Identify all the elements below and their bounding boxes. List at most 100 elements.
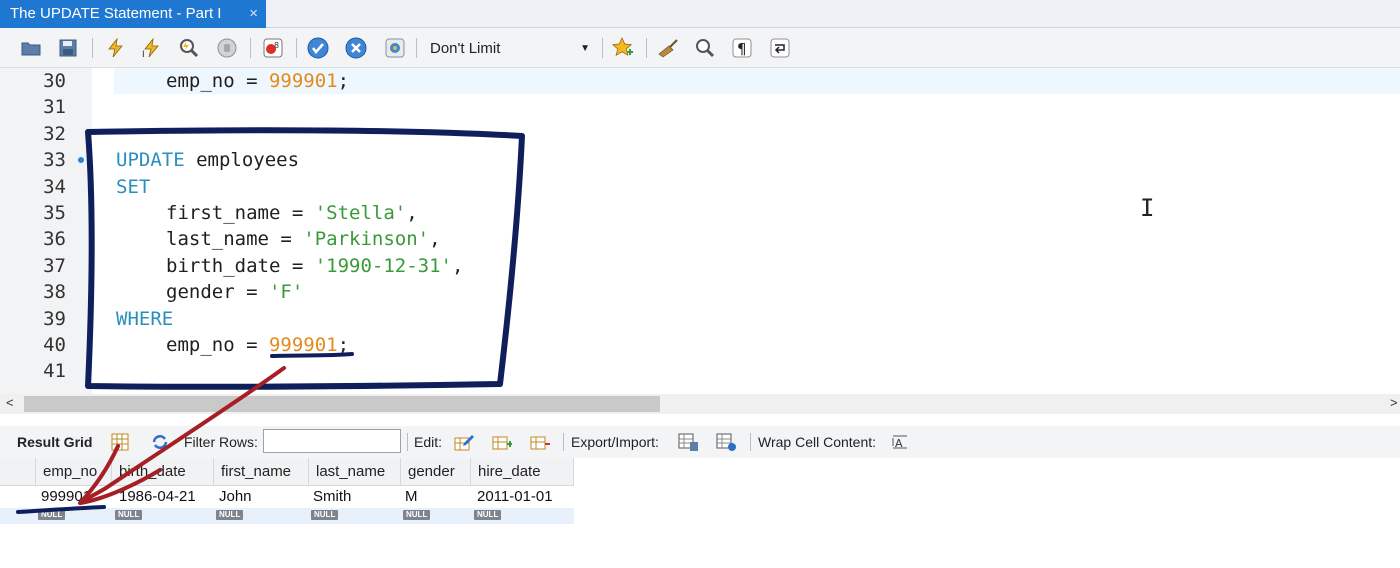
result-toolbar: Result Grid Filter Rows: Edit: Export/Im… [0,426,1400,458]
code-text: SET [116,175,151,198]
cell-emp-no[interactable]: 999901 [34,486,91,508]
add-snippet-star-icon[interactable] [612,37,634,59]
wrap-cell-toggle-icon[interactable]: A [890,432,910,452]
column-header[interactable]: birth_date [112,458,214,486]
null-badge: NULL [403,510,431,520]
insert-row-icon[interactable] [492,432,512,452]
code-line: 36 last_name = 'Parkinson', [0,226,1400,252]
svg-text:A: A [895,437,903,450]
import-icon[interactable] [716,432,736,452]
code-text: gender = 'F' [166,281,304,304]
column-header[interactable]: hire_date [471,458,574,486]
code-text: WHERE [116,307,174,330]
chevron-right-icon[interactable]: > [1390,395,1398,410]
line-number: 35 [43,202,66,224]
invisible-chars-pilcrow-icon[interactable]: ¶ [731,37,753,59]
row-header-corner [0,458,36,486]
column-header[interactable]: emp_no [36,458,112,486]
save-icon[interactable] [57,37,79,59]
code-text: first_name = 'Stella', [166,202,418,224]
code-line: 38 gender = 'F' [0,279,1400,305]
cell-birth-date[interactable]: 1986-04-21 [112,486,196,508]
svg-text:I: I [142,50,145,58]
grid-view-icon[interactable] [110,432,130,452]
code-line: 41 [0,358,1400,384]
line-number: 34 [43,175,66,198]
sql-editor[interactable]: 30 emp_no = 999901; 31 32 33 UPDATE empl… [0,68,1400,394]
toggle-error-icon[interactable]: 8 [262,37,284,59]
line-number: 36 [43,228,66,251]
line-number: 37 [43,254,66,277]
autocommit-toggle-icon[interactable] [384,37,406,59]
line-number: 31 [43,96,66,119]
find-magnifier-icon[interactable] [694,37,716,59]
execute-current-icon[interactable]: I [140,37,162,59]
cell-last-name[interactable]: Smith [306,486,351,508]
column-header[interactable]: first_name [214,458,309,486]
explain-magnifier-icon[interactable] [178,37,200,59]
workbench-window: The UPDATE Statement - Part I × I 8 Don'… [0,0,1400,568]
code-line: 40 emp_no = 999901; [0,332,1400,358]
tab-update-statement[interactable]: The UPDATE Statement - Part I × [0,0,266,28]
new-row-placeholder[interactable]: NULL NULL NULL NULL NULL NULL [0,508,574,524]
line-number: 30 [43,70,66,92]
line-number: 38 [43,281,66,304]
svg-text:8: 8 [274,41,279,50]
export-import-label: Export/Import: [571,434,659,450]
line-number: 33 [43,149,66,172]
code-line: 31 [0,94,1400,120]
null-badge: NULL [216,510,244,520]
sql-editor-toolbar: I 8 Don't Limit ▼ ¶ [0,28,1400,68]
open-folder-icon[interactable] [20,37,42,59]
execute-lightning-icon[interactable] [104,37,126,59]
null-badge: NULL [474,510,502,520]
refresh-arrows-icon[interactable] [150,432,170,452]
result-grid-tab[interactable]: Result Grid [17,434,92,450]
statement-marker-icon [78,157,84,164]
column-header[interactable]: gender [401,458,471,486]
result-grid: emp_no birth_date first_name last_name g… [0,458,574,528]
code-text: emp_no = 999901; [166,334,350,356]
rollback-x-icon[interactable] [345,37,367,59]
limit-rows-value: Don't Limit [430,40,501,57]
scrollbar-thumb[interactable] [24,396,660,412]
beautify-broom-icon[interactable] [657,37,679,59]
line-number: 40 [43,334,66,356]
code-line: 34 SET [0,174,1400,200]
column-header[interactable]: last_name [309,458,401,486]
close-icon[interactable]: × [249,0,258,28]
stop-hand-icon[interactable] [216,37,238,59]
table-row[interactable]: 999901 1986-04-21 John Smith M 2011-01-0… [0,486,574,508]
wrap-cell-label: Wrap Cell Content: [758,434,877,450]
filter-rows-input[interactable] [263,429,401,453]
line-number: 41 [43,360,66,383]
edit-row-icon[interactable] [454,432,474,452]
filter-rows-label: Filter Rows: [184,434,258,450]
code-text: birth_date = '1990-12-31', [166,254,464,277]
chevron-left-icon[interactable]: < [6,395,14,410]
code-line: 37 birth_date = '1990-12-31', [0,253,1400,279]
chevron-down-icon: ▼ [580,43,590,54]
null-badge: NULL [115,510,143,520]
export-icon[interactable] [678,432,698,452]
null-badge: NULL [311,510,339,520]
grid-header-row: emp_no birth_date first_name last_name g… [0,458,574,486]
code-text: UPDATE employees [116,149,300,172]
editor-horizontal-scrollbar[interactable]: < > [0,394,1400,414]
cell-gender[interactable]: M [398,486,418,508]
commit-check-icon[interactable] [307,37,329,59]
code-line: 39 WHERE [0,306,1400,332]
code-line: 32 [0,121,1400,147]
code-text: last_name = 'Parkinson', [166,228,441,251]
svg-text:¶: ¶ [737,40,747,58]
text-cursor-icon: I [1140,194,1155,222]
tab-strip: The UPDATE Statement - Part I × [0,0,1400,28]
cell-first-name[interactable]: John [212,486,252,508]
edit-label: Edit: [414,434,443,450]
tab-title: The UPDATE Statement - Part I [10,5,222,22]
null-badge: NULL [38,510,66,520]
limit-rows-select[interactable]: Don't Limit ▼ [424,37,594,61]
cell-hire-date[interactable]: 2011-01-01 [470,486,553,508]
word-wrap-icon[interactable] [769,37,791,59]
delete-row-icon[interactable] [530,432,550,452]
